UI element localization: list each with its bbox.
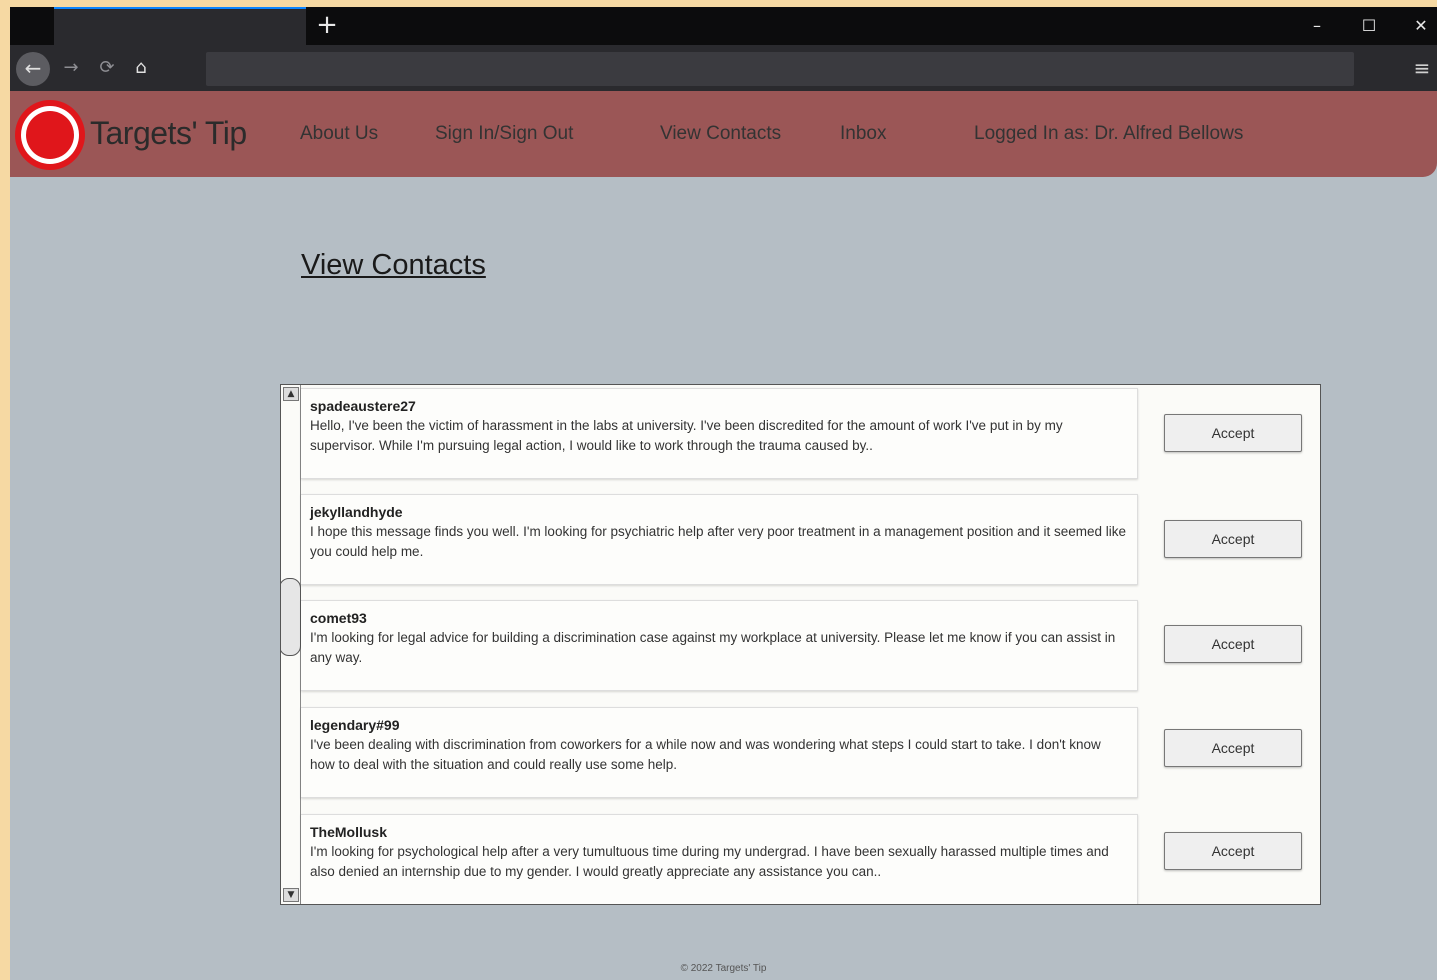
contact-card: spadeaustere27 Hello, I've been the vict… [301, 388, 1138, 479]
contact-message: I'm looking for legal advice for buildin… [310, 630, 1116, 665]
accept-button[interactable]: Accept [1164, 625, 1302, 663]
browser-tab[interactable] [54, 7, 306, 45]
nav-about-us[interactable]: About Us [300, 123, 378, 145]
contact-username: comet93 [310, 610, 367, 626]
accept-button[interactable]: Accept [1164, 520, 1302, 558]
scrollbar-thumb[interactable] [281, 578, 301, 656]
contact-card: jekyllandhyde I hope this message finds … [301, 494, 1138, 585]
logged-in-status: Logged In as: Dr. Alfred Bellows [974, 123, 1244, 144]
contact-card: TheMollusk I'm looking for psychological… [301, 814, 1138, 904]
brand-name[interactable]: Targets' Tip [90, 115, 247, 152]
minimize-icon[interactable]: – [1302, 13, 1332, 39]
nav-sign-in-out[interactable]: Sign In/Sign Out [435, 123, 573, 145]
close-icon[interactable]: ✕ [1406, 13, 1436, 39]
contact-card: comet93 I'm looking for legal advice for… [301, 600, 1138, 691]
contact-username: TheMollusk [310, 824, 388, 840]
contact-card: legendary#99 I've been dealing with disc… [301, 707, 1138, 798]
home-icon[interactable]: ⌂ [130, 57, 152, 79]
hamburger-menu-icon[interactable]: ≡ [1411, 57, 1433, 79]
accept-button[interactable]: Accept [1164, 832, 1302, 870]
logo-core [26, 111, 74, 159]
contact-message: Hello, I've been the victim of harassmen… [310, 418, 1063, 453]
browser-toolbar: ← → ⟳ ⌂ ≡ [10, 45, 1437, 91]
contacts-list[interactable]: ▲ ▼ spadeaustere27 Hello, I've been the … [280, 384, 1321, 905]
nav-view-contacts[interactable]: View Contacts [660, 123, 781, 145]
tab-bar: + – ☐ ✕ [10, 7, 1437, 45]
contact-message: I hope this message finds you well. I'm … [310, 524, 1126, 559]
contact-message: I'm looking for psychological help after… [310, 844, 1109, 879]
contact-username: legendary#99 [310, 717, 400, 733]
scroll-up-icon[interactable]: ▲ [283, 387, 299, 401]
site-header: Targets' Tip About Us Sign In/Sign Out V… [10, 91, 1437, 177]
reload-icon[interactable]: ⟳ [96, 57, 118, 79]
forward-arrow-icon[interactable]: → [60, 57, 82, 79]
footer-copyright: © 2022 Targets' Tip [680, 963, 767, 974]
browser-window: + – ☐ ✕ ← → ⟳ ⌂ ≡ Targets' Tip About Us … [10, 7, 1437, 980]
accept-button[interactable]: Accept [1164, 729, 1302, 767]
contact-username: spadeaustere27 [310, 398, 416, 414]
accept-button[interactable]: Accept [1164, 414, 1302, 452]
maximize-icon[interactable]: ☐ [1354, 13, 1384, 39]
scroll-down-icon[interactable]: ▼ [283, 888, 299, 902]
new-tab-button[interactable]: + [314, 11, 340, 39]
target-logo-icon[interactable] [14, 99, 86, 171]
url-bar[interactable] [206, 52, 1354, 86]
page-title: View Contacts [301, 249, 486, 281]
back-arrow-icon[interactable]: ← [16, 52, 50, 86]
contact-message: I've been dealing with discrimination fr… [310, 737, 1101, 772]
contact-username: jekyllandhyde [310, 504, 403, 520]
nav-inbox[interactable]: Inbox [840, 123, 886, 145]
vertical-scrollbar[interactable]: ▲ ▼ [281, 385, 301, 904]
